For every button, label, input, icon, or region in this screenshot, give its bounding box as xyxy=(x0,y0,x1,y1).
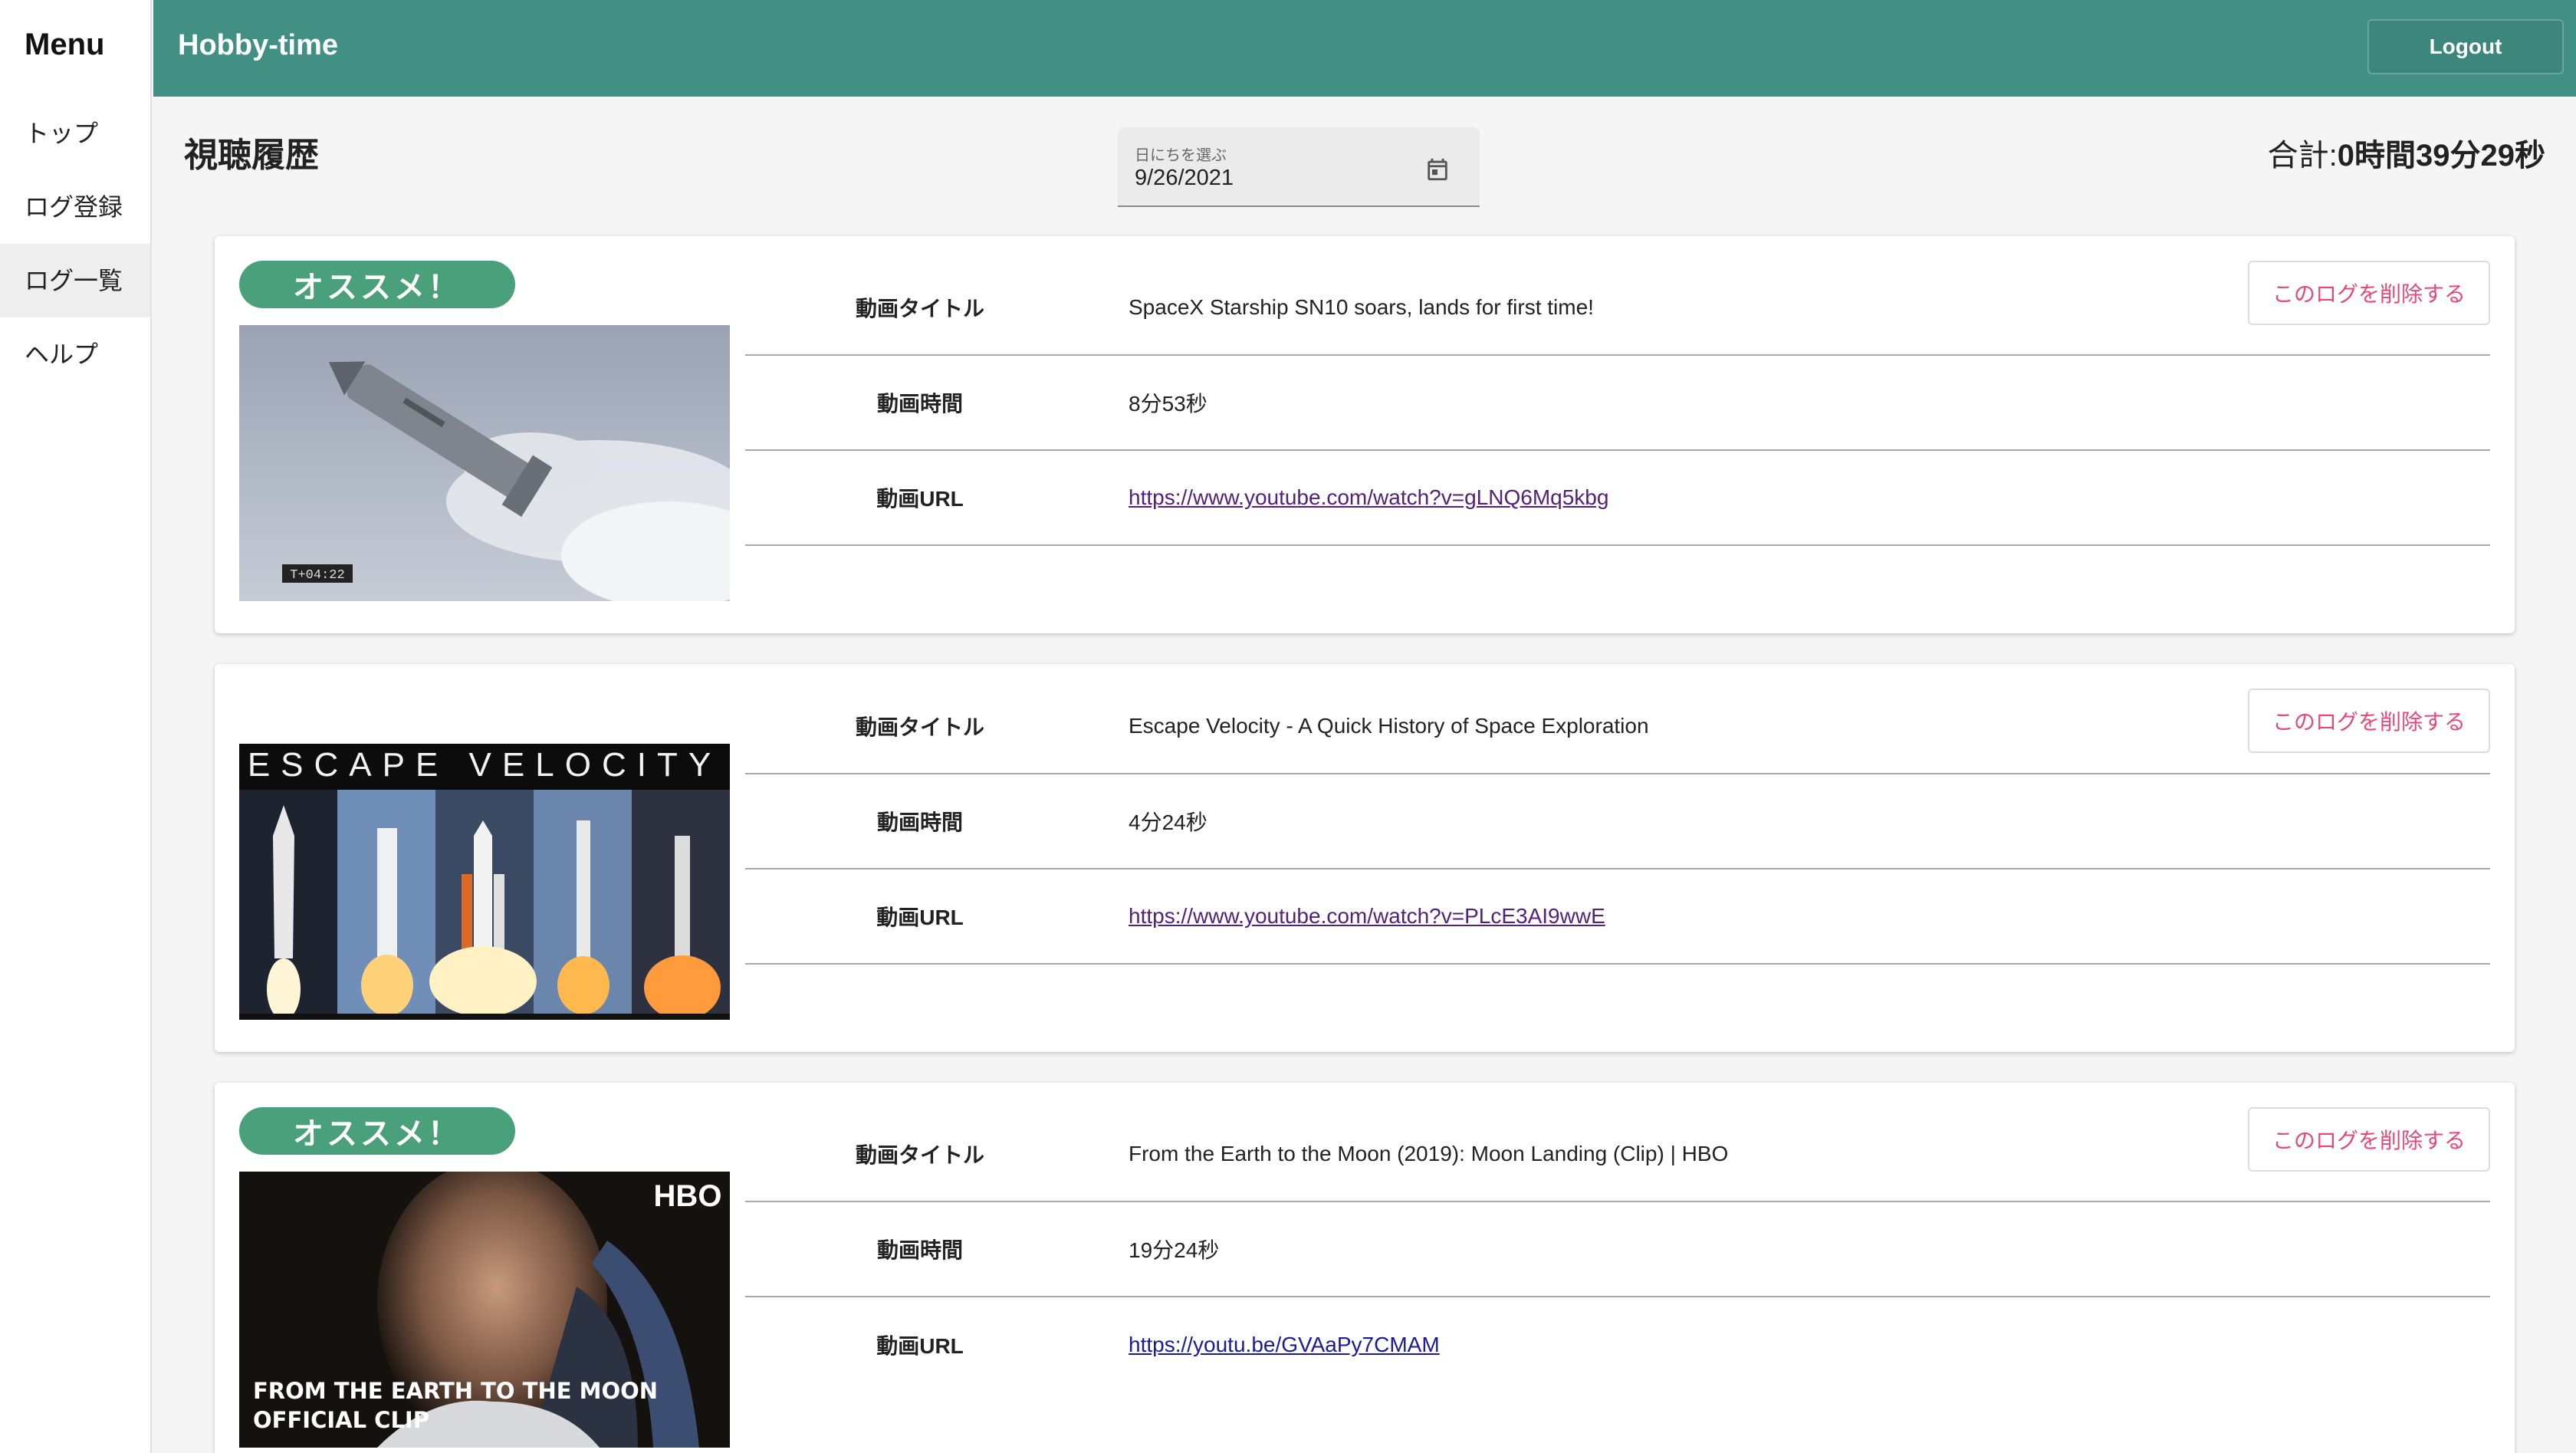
recommend-badge: オススメ！ xyxy=(239,261,515,308)
thumbnail-caption-sub: OFFICIAL CLIP xyxy=(253,1407,429,1433)
sidebar: Menu トップ ログ登録 ログ一覧 ヘルプ xyxy=(0,0,152,1453)
url-key: 動画URL xyxy=(876,487,964,511)
app-title: Hobby-time xyxy=(178,29,338,61)
url-key: 動画URL xyxy=(876,1334,964,1358)
duration-key: 動画時間 xyxy=(876,810,963,834)
total-watch-time: 合計:0時間39分29秒 xyxy=(2268,130,2545,175)
title-row: 動画タイトル SpaceX Starship SN10 soars, lands… xyxy=(745,261,2490,356)
thumbnail-image: ESCAPE VELOCITY xyxy=(239,744,730,1020)
video-thumbnail[interactable]: ESCAPE VELOCITY xyxy=(239,744,730,1020)
duration-row: 動画時間 4分24秒 xyxy=(745,774,2490,869)
sidebar-item-help[interactable]: ヘルプ xyxy=(0,317,150,391)
video-title: Escape Velocity - A Quick History of Spa… xyxy=(1129,714,1649,738)
sidebar-item-log-register[interactable]: ログ登録 xyxy=(0,170,150,244)
duration-key: 動画時間 xyxy=(876,392,963,416)
url-row: 動画URL https://youtu.be/GVAaPy7CMAM xyxy=(745,1297,2490,1392)
duration-row: 動画時間 8分53秒 xyxy=(745,356,2490,451)
total-prefix: 合計: xyxy=(2267,139,2338,173)
video-duration: 4分24秒 xyxy=(1129,810,1208,834)
video-duration: 8分53秒 xyxy=(1129,392,1208,416)
date-picker-label: 日にちを選ぶ xyxy=(1135,147,1227,164)
title-key: 動画タイトル xyxy=(855,1143,984,1167)
video-title: SpaceX Starship SN10 soars, lands for fi… xyxy=(1129,295,1594,319)
app-header: Hobby-time Logout xyxy=(153,0,2576,97)
thumbnail-image: T+04:22 xyxy=(239,325,730,601)
sidebar-item-top[interactable]: トップ xyxy=(0,97,150,170)
video-url-link[interactable]: https://www.youtube.com/watch?v=PLcE3AI9… xyxy=(1129,904,1605,928)
log-details: 動画タイトル Escape Velocity - A Quick History… xyxy=(745,679,2490,965)
log-card: オススメ！ このログを削除する T+04:22 動画タイトル SpaceX St… xyxy=(215,236,2515,633)
video-thumbnail[interactable]: T+04:22 xyxy=(239,325,730,601)
video-url-link[interactable]: https://youtu.be/GVAaPy7CMAM xyxy=(1129,1333,1440,1356)
title-key: 動画タイトル xyxy=(855,715,984,739)
thumbnail-caption: FROM THE EARTH TO THE MOON xyxy=(253,1378,658,1404)
video-title: From the Earth to the Moon (2019): Moon … xyxy=(1129,1142,1729,1165)
log-details: 動画タイトル From the Earth to the Moon (2019)… xyxy=(745,1107,2490,1392)
duration-row: 動画時間 19分24秒 xyxy=(745,1202,2490,1297)
hbo-logo: HBO xyxy=(654,1179,722,1213)
thumbnail-caption: ESCAPE VELOCITY xyxy=(248,746,721,784)
calendar-icon[interactable] xyxy=(1424,156,1451,182)
log-details: 動画タイトル SpaceX Starship SN10 soars, lands… xyxy=(745,261,2490,546)
video-url-link[interactable]: https://www.youtube.com/watch?v=gLNQ6Mq5… xyxy=(1129,485,1608,509)
page-title: 視聴履歴 xyxy=(184,136,319,174)
thumbnail-timecode: T+04:22 xyxy=(290,568,344,583)
title-row: 動画タイトル Escape Velocity - A Quick History… xyxy=(745,679,2490,774)
log-card: このログを削除する ESCAPE VELOCITY 動画タイトル Escape … xyxy=(215,664,2515,1052)
sidebar-title: Menu xyxy=(25,28,105,61)
date-picker-value[interactable]: 9/26/2021 xyxy=(1135,166,1234,191)
date-picker-field[interactable]: 日にちを選ぶ 9/26/2021 xyxy=(1118,127,1480,207)
thumbnail-image: HBO FROM THE EARTH TO THE MOON OFFICIAL … xyxy=(239,1172,730,1448)
log-card: オススメ！ このログを削除する HBO FROM THE EARTH TO TH… xyxy=(215,1083,2515,1453)
total-value: 0時間39分29秒 xyxy=(2337,139,2545,173)
url-key: 動画URL xyxy=(876,906,964,929)
url-row: 動画URL https://www.youtube.com/watch?v=gL… xyxy=(745,451,2490,546)
title-row: 動画タイトル From the Earth to the Moon (2019)… xyxy=(745,1107,2490,1202)
recommend-badge: オススメ！ xyxy=(239,1107,515,1155)
video-thumbnail[interactable]: HBO FROM THE EARTH TO THE MOON OFFICIAL … xyxy=(239,1172,730,1448)
video-duration: 19分24秒 xyxy=(1129,1238,1220,1262)
logout-button[interactable]: Logout xyxy=(2367,19,2564,74)
duration-key: 動画時間 xyxy=(876,1238,963,1262)
url-row: 動画URL https://www.youtube.com/watch?v=PL… xyxy=(745,869,2490,965)
sidebar-item-log-list[interactable]: ログ一覧 xyxy=(0,244,150,317)
title-key: 動画タイトル xyxy=(855,297,984,321)
